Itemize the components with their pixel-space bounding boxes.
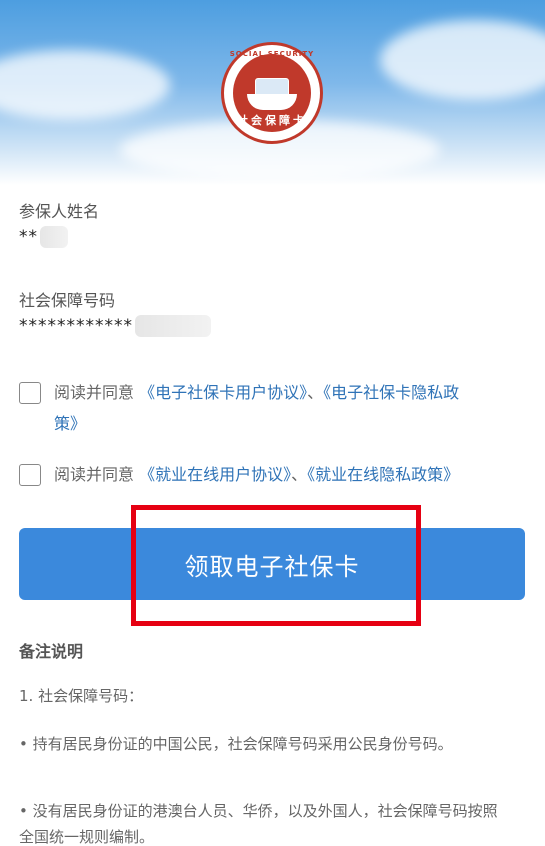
agreement-row-ecard: 阅读并同意 《电子社保卡用户协议》、《电子社保卡隐私政策》 — [19, 380, 529, 442]
note-item-1: 1. 社会保障号码： — [19, 687, 144, 705]
agreement-checkbox-employment[interactable] — [19, 464, 41, 486]
insured-name-label: 参保人姓名 — [19, 202, 100, 221]
logo-cn-text: 社会保障卡 — [237, 114, 307, 127]
agreement-text-ecard: 阅读并同意 《电子社保卡用户协议》、《电子社保卡隐私政策》 — [54, 377, 529, 439]
ssn-value: ************ — [19, 315, 211, 337]
employment-user-agreement-link[interactable]: 《就业在线用户协议》 — [139, 465, 291, 484]
ecard-user-agreement-link[interactable]: 《电子社保卡用户协议》 — [139, 383, 307, 402]
agreement-separator: 、 — [307, 383, 324, 402]
redaction-blur — [135, 315, 211, 337]
cloud-decoration — [380, 20, 545, 100]
agreement-text-employment: 阅读并同意 《就业在线用户协议》、《就业在线隐私政策》 — [54, 459, 534, 490]
logo-emblem: 社会保障卡 — [233, 54, 311, 132]
cloud-decoration — [0, 50, 170, 120]
agreement-separator: 、 — [291, 465, 308, 484]
agreement-row-employment: 阅读并同意 《就业在线用户协议》、《就业在线隐私政策》 — [19, 462, 529, 493]
insured-name-value: ** — [19, 226, 68, 248]
agreement-prefix: 阅读并同意 — [54, 465, 135, 484]
claim-ecard-button-label: 领取电子社保卡 — [184, 552, 360, 581]
privacy-link-line1[interactable]: 《电子社保卡隐私政 — [323, 383, 459, 402]
ssn-masked: ************ — [19, 316, 133, 336]
employment-privacy-policy-link[interactable]: 《就业在线隐私政策》 — [307, 465, 459, 484]
social-security-card-logo: SOCIAL SECURITY CARD 社会保障卡 — [221, 42, 323, 144]
agreement-prefix: 阅读并同意 — [54, 383, 135, 402]
note-bullet-1: • 持有居民身份证的中国公民，社会保障号码采用公民身份号码。 — [19, 735, 453, 753]
note-bullet-2: • 没有居民身份证的港澳台人员、华侨，以及外国人，社会保障号码按照全国统一规则编… — [19, 802, 498, 846]
agreement-checkbox-ecard[interactable] — [19, 382, 41, 404]
ssn-label: 社会保障号码 — [19, 291, 116, 310]
notes-title: 备注说明 — [19, 642, 84, 661]
insured-name-masked: ** — [19, 227, 38, 247]
header-banner: SOCIAL SECURITY CARD 社会保障卡 — [0, 0, 545, 185]
hands-icon — [247, 94, 297, 110]
redaction-blur — [40, 226, 68, 248]
claim-ecard-button[interactable]: 领取电子社保卡 — [19, 528, 525, 600]
privacy-link-line2[interactable]: 策》 — [54, 414, 86, 433]
